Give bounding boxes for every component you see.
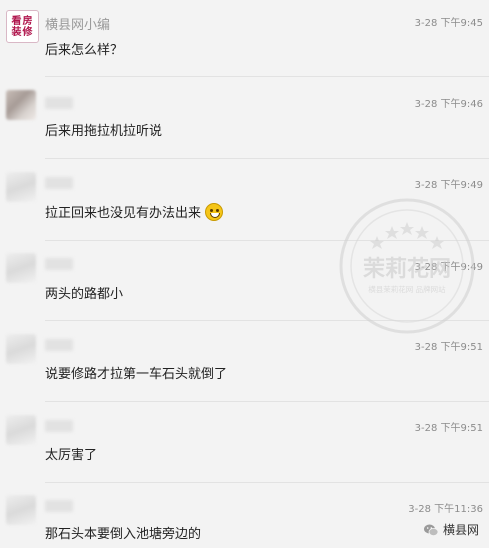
avatar-logo-text: 装修 — [11, 26, 34, 38]
message-time: 3-28 下午9:49 — [414, 262, 483, 273]
message-divider — [45, 240, 489, 241]
message-divider — [45, 158, 489, 159]
avatar[interactable]: 看房 装修 — [6, 10, 39, 43]
sender-name — [45, 339, 73, 351]
sender-name — [45, 500, 73, 512]
message-time: 3-28 下午9:46 — [414, 99, 483, 110]
message-time: 3-28 下午9:49 — [414, 180, 483, 191]
sender-name — [45, 420, 73, 432]
avatar[interactable] — [6, 334, 36, 364]
sender-name — [45, 258, 73, 270]
message-time: 3-28 下午11:36 — [408, 504, 483, 515]
sender-name — [45, 177, 73, 189]
avatar[interactable] — [6, 415, 36, 445]
grinning-face-icon — [205, 203, 224, 221]
avatar-logo-text: 看房 — [11, 15, 34, 27]
message-text: 太厉害了 — [45, 448, 98, 463]
message-divider — [45, 320, 489, 321]
message-divider — [45, 482, 489, 483]
message-time: 3-28 下午9:51 — [414, 342, 483, 353]
message-divider — [45, 401, 489, 402]
chat-history: 看房 装修 横县网小编 3-28 下午9:45 后来怎么样？ 3-28 下午9:… — [0, 0, 489, 548]
wechat-icon — [423, 524, 439, 536]
message-text: 后来怎么样？ — [45, 43, 124, 58]
avatar[interactable] — [6, 172, 36, 202]
avatar[interactable] — [6, 90, 36, 120]
message-time: 3-28 下午9:51 — [414, 423, 483, 434]
message-text: 两头的路都小 — [45, 287, 124, 302]
message-time: 3-28 下午9:45 — [414, 18, 483, 29]
sender-name — [45, 97, 73, 109]
source-badge-label: 横县网 — [442, 523, 479, 537]
message-divider — [45, 76, 489, 77]
message-text: 那石头本要倒入池塘旁边的 — [45, 527, 202, 542]
message-text: 拉正回来也没见有办法出来 — [45, 202, 224, 221]
avatar[interactable] — [6, 253, 36, 283]
message-text: 后来用拖拉机拉听说 — [45, 124, 163, 139]
sender-name: 横县网小编 — [45, 18, 111, 33]
avatar[interactable] — [6, 495, 36, 525]
source-badge[interactable]: 横县网 — [423, 521, 479, 538]
message-text-content: 拉正回来也没见有办法出来 — [45, 206, 202, 221]
message-text: 说要修路才拉第一车石头就倒了 — [45, 367, 228, 382]
